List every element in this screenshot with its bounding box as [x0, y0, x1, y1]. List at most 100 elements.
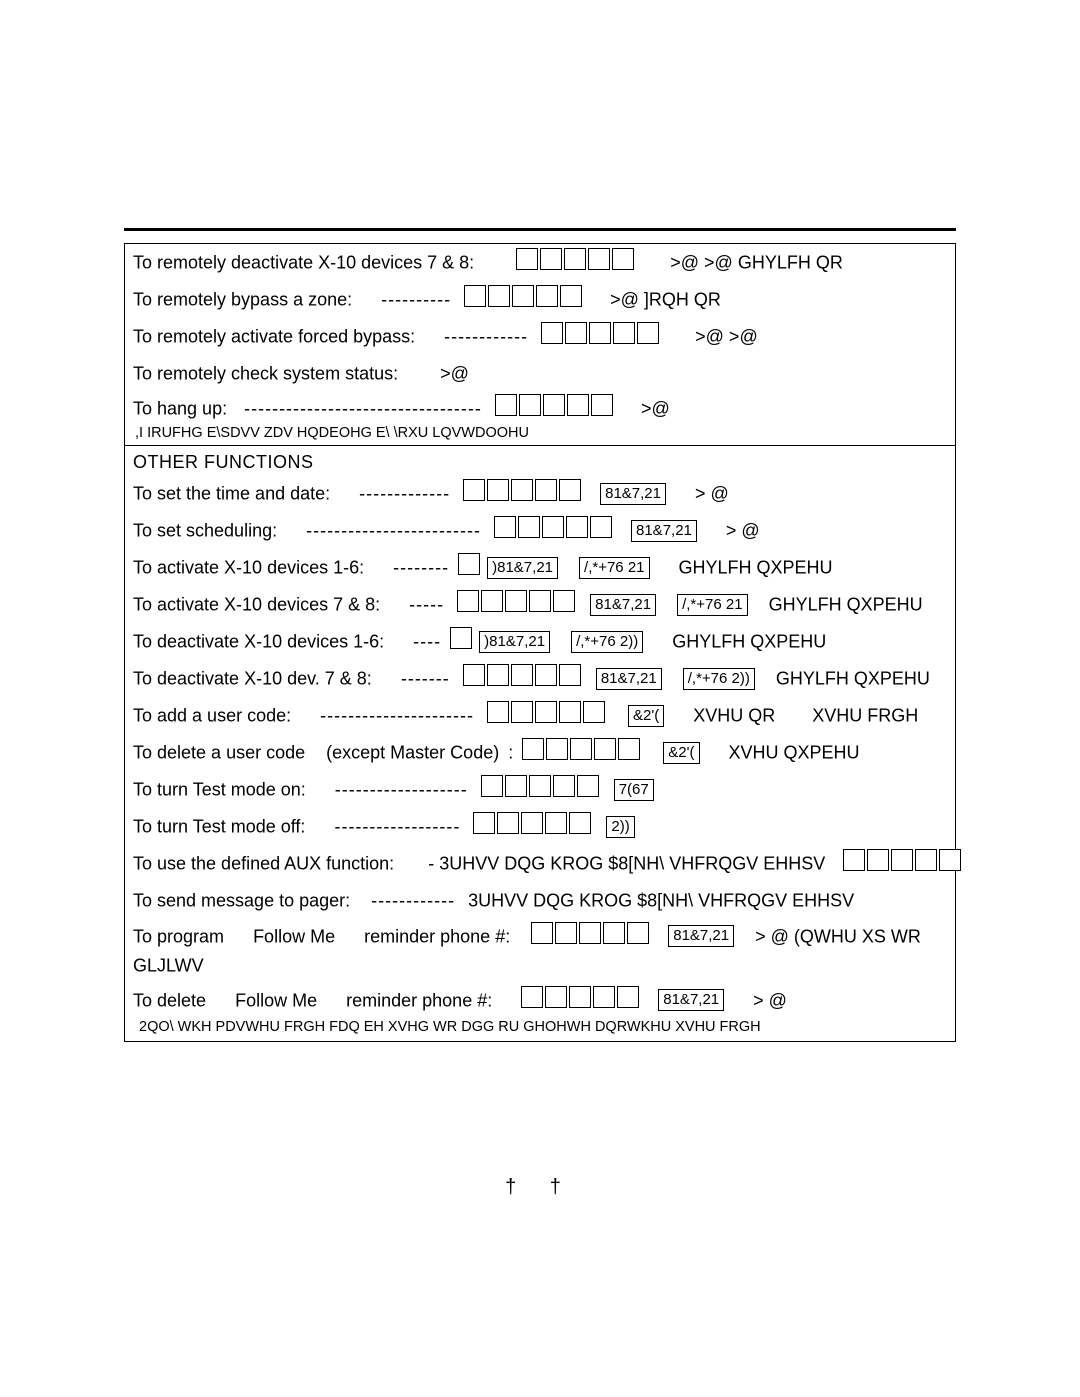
tail-text: > @ (QWHU XS WR [755, 926, 921, 946]
row-delete-user: To delete a user code (except Master Cod… [125, 734, 955, 771]
key-function: )81&7,21 [479, 631, 550, 653]
code-boxes [521, 986, 641, 1015]
label: To turn Test mode on: [133, 780, 306, 800]
mid-text: - 3UHVV DQG KROG $8[NH\ VHFRQGV EHHSV [428, 854, 825, 874]
tail-text: GHYLFH QXPEHU [672, 632, 826, 652]
row-set-scheduling: To set scheduling: ---------------------… [125, 512, 955, 549]
tail-text: > @ [695, 484, 729, 504]
label: To add a user code: [133, 706, 291, 726]
code-boxes [457, 590, 577, 619]
paren: (except Master Code) [326, 743, 499, 763]
label: To remotely deactivate X-10 devices 7 & … [133, 253, 474, 273]
row-bypass-zone: To remotely bypass a zone: ---------- >@… [125, 281, 955, 318]
key-function: 81&7,21 [600, 483, 666, 505]
label: To hang up: [133, 399, 227, 419]
tail-text: GHYLFH QXPEHU [769, 595, 923, 615]
a: To delete [133, 990, 206, 1010]
code-boxes [522, 738, 642, 767]
b: Follow Me [235, 990, 317, 1010]
row-test-off: To turn Test mode off: -----------------… [125, 808, 955, 845]
label: To remotely check system status: [133, 363, 398, 383]
dashes: ---------------------------------- [244, 399, 482, 419]
tail-text: >@ >@ GHYLFH QR [670, 253, 843, 273]
colon: : [508, 743, 513, 763]
manual-page: To remotely deactivate X-10 devices 7 & … [124, 228, 956, 1042]
tail-text: >@ ]RQH QR [610, 290, 721, 310]
key-function: 81&7,21 [596, 668, 662, 690]
code-boxes [464, 285, 584, 314]
key-code: &2'( [663, 742, 699, 764]
label: To deactivate X-10 dev. 7 & 8: [133, 669, 372, 689]
c: reminder phone #: [346, 990, 492, 1010]
code-boxes [494, 516, 614, 545]
row-deactivate-x10-78-b: To deactivate X-10 dev. 7 & 8: ------- 8… [125, 660, 955, 697]
label: To set scheduling: [133, 521, 277, 541]
label: To activate X-10 devices 1-6: [133, 558, 364, 578]
dashes: ------------ [444, 327, 528, 347]
code-boxes [450, 627, 474, 656]
row-program-followme-2: GLJLWV [125, 951, 955, 982]
label: To turn Test mode off: [133, 817, 305, 837]
dashes: ------- [401, 669, 450, 689]
key-code: &2'( [628, 705, 664, 727]
row-aux: To use the defined AUX function: - 3UHVV… [125, 845, 955, 882]
a: To program [133, 926, 224, 946]
key-function: 81&7,21 [631, 520, 697, 542]
tail-text: >@ [440, 363, 469, 383]
row-set-time: To set the time and date: ------------- … [125, 475, 955, 512]
key-function: 81&7,21 [658, 989, 724, 1011]
dashes: ---------- [381, 290, 451, 310]
dashes: ------------ [371, 891, 455, 911]
line2: GLJLWV [133, 955, 204, 975]
key-lights-off: /,*+76 2)) [571, 631, 643, 653]
label: To set the time and date: [133, 484, 330, 504]
code-boxes [463, 664, 583, 693]
label: To activate X-10 devices 7 & 8: [133, 595, 380, 615]
row-program-followme: To program Follow Me reminder phone #: 8… [125, 918, 955, 951]
key-lights-off: /,*+76 2)) [683, 668, 755, 690]
key-function: )81&7,21 [487, 557, 558, 579]
tail-text: GHYLFH QXPEHU [679, 558, 833, 578]
user-no: XVHU QR [693, 706, 775, 726]
label: To delete a user code [133, 743, 305, 763]
code-boxes [843, 849, 963, 878]
b: Follow Me [253, 926, 335, 946]
code-boxes [516, 248, 636, 277]
dashes: -------- [393, 558, 449, 578]
dashes: ---------------------- [320, 706, 474, 726]
key-lights-on: /,*+76 21 [579, 557, 649, 579]
row-forced-bypass: To remotely activate forced bypass: ----… [125, 318, 955, 355]
c: reminder phone #: [364, 926, 510, 946]
row-check-status: To remotely check system status: >@ [125, 355, 955, 390]
tail-text: >@ >@ [695, 327, 758, 347]
key-off: 2)) [606, 816, 634, 838]
tail-text: >@ [641, 399, 670, 419]
key-lights-on: /,*+76 21 [677, 594, 747, 616]
tail-text: > @ [753, 990, 787, 1010]
section1-note: ,I IRUFHG E\SDVV ZDV HQDEOHG E\ \RXU LQV… [125, 423, 955, 445]
dashes: ------------------- [335, 780, 468, 800]
footer-daggers: † † [124, 1176, 956, 1199]
dashes: ------------- [359, 484, 450, 504]
dashes: ----- [409, 595, 444, 615]
tail-text: > @ [726, 521, 760, 541]
row-deactivate-x10-16: To deactivate X-10 devices 1-6: ---- )81… [125, 623, 955, 660]
row-activate-x10-16: To activate X-10 devices 1-6: -------- )… [125, 549, 955, 586]
mid-text: 3UHVV DQG KROG $8[NH\ VHFRQGV EHHSV [468, 891, 854, 911]
row-add-user: To add a user code: --------------------… [125, 697, 955, 734]
key-test: 7(67 [614, 779, 654, 801]
functions-table: To remotely deactivate X-10 devices 7 & … [124, 243, 956, 1042]
dashes: ---- [413, 632, 441, 652]
user-code: XVHU FRGH [812, 706, 918, 726]
code-boxes [458, 553, 482, 582]
label: To remotely bypass a zone: [133, 290, 352, 310]
section2-header: OTHER FUNCTIONS [125, 446, 955, 475]
key-function: 81&7,21 [590, 594, 656, 616]
label: To remotely activate forced bypass: [133, 327, 415, 347]
label: To send message to pager: [133, 891, 350, 911]
key-function: 81&7,21 [668, 925, 734, 947]
row-pager: To send message to pager: ------------ 3… [125, 882, 955, 917]
code-boxes [473, 812, 593, 841]
top-rule [124, 228, 956, 231]
label: To deactivate X-10 devices 1-6: [133, 632, 384, 652]
